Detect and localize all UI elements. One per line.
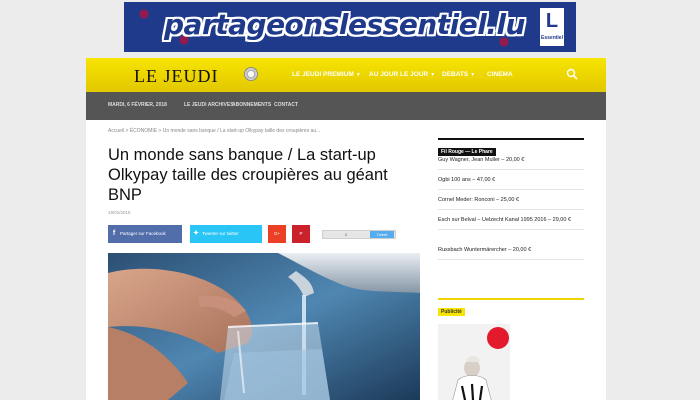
sidebar-ad-image[interactable]	[438, 324, 510, 400]
ad-section-header: Publicité	[438, 298, 584, 318]
tweet-count: 0	[345, 232, 348, 237]
share-twitter-button[interactable]: ✦ Tweeter sur twitter	[190, 225, 262, 243]
article-headline: Un monde sans banque / La start-up Olkyp…	[108, 146, 388, 204]
sidebar-product-item[interactable]: Guy Wagner, Jean Muller – 20,00 €	[438, 156, 584, 170]
sidebar-product-item[interactable]: Cornel Meder: Ronconi – 25,00 €	[438, 196, 584, 210]
chevron-down-icon: ▼	[355, 72, 361, 78]
site-logo[interactable]: LE JEUDI	[134, 66, 218, 87]
article-photo-water-glass	[108, 253, 420, 400]
twitter-icon: ✦	[193, 230, 199, 237]
breadcrumb[interactable]: Accueil > ÉCONOMIE > Un monde sans banqu…	[108, 128, 320, 134]
nav-item-premium[interactable]: LE JEUDI PREMIUM ▼	[292, 71, 361, 78]
page: partageonslessentiel.lu L Essentiel LE J…	[0, 0, 700, 400]
current-date: MARDI, 6 FÉVRIER, 2018	[108, 102, 167, 108]
tweet-button[interactable]: Tweet	[370, 231, 394, 238]
chevron-down-icon: ▼	[470, 72, 476, 78]
nav-item-label: LE JEUDI PREMIUM	[292, 71, 354, 78]
top-sub-bar: MARDI, 6 FÉVRIER, 2018 LE JEUDI ARCHIVES…	[86, 92, 606, 120]
nav-item-label: CINEMA	[487, 71, 513, 78]
sidebar-section-header: Fil Rouge — Le Phare	[438, 138, 584, 158]
sidebar-product-item[interactable]: Esch sur Belval – Uelzecht Kanal 1995 20…	[438, 216, 584, 230]
tweet-button-label: Tweet	[376, 232, 388, 237]
nav-item-au-jour-le-jour[interactable]: AU JOUR LE JOUR ▼	[369, 71, 435, 78]
nav-item-label: DEBATS	[442, 71, 469, 78]
google-plus-icon: G+	[273, 231, 281, 236]
top-banner-ad[interactable]: partageonslessentiel.lu L Essentiel	[124, 2, 576, 52]
sidebar-product-item[interactable]: Ogbi 100 ans – 47,00 €	[438, 176, 584, 190]
nav-item-debats[interactable]: DEBATS ▼	[442, 71, 475, 78]
banner-wordmark: partageonslessentiel.lu	[164, 8, 525, 41]
banner-badge-small: Essentiel	[541, 35, 563, 41]
banner-badge: L Essentiel	[538, 6, 566, 48]
article-date: 19/02/2018	[108, 210, 131, 215]
pinterest-icon: P	[299, 231, 303, 236]
search-icon[interactable]	[566, 68, 578, 80]
nav-item-label: AU JOUR LE JOUR	[369, 71, 429, 78]
chevron-down-icon: ▼	[430, 72, 436, 78]
share-pinterest-button[interactable]: P	[292, 225, 310, 243]
share-google-plus-button[interactable]: G+	[268, 225, 286, 243]
banner-badge-letter: L	[545, 10, 559, 32]
facebook-icon: f	[112, 230, 116, 237]
sidebar-section-title: Fil Rouge — Le Phare	[438, 148, 496, 156]
share-facebook-label: Partager sur Facebook	[120, 231, 166, 236]
ad-section-title: Publicité	[438, 308, 465, 316]
share-twitter-label: Tweeter sur twitter	[202, 231, 239, 236]
share-facebook-button[interactable]: f Partager sur Facebook	[108, 225, 182, 243]
sidebar-product-item[interactable]: Russbach Wuntermärercher – 20,00 €	[438, 246, 584, 260]
sub-link-archives[interactable]: LE JEUDI ARCHIVES	[184, 102, 234, 108]
sub-link-contact[interactable]: CONTACT	[274, 102, 298, 108]
logo-emblem-icon	[244, 67, 258, 81]
nav-item-cinema[interactable]: CINEMA	[487, 71, 513, 78]
main-content: Accueil > ÉCONOMIE > Un monde sans banqu…	[86, 120, 606, 400]
main-nav-bar: LE JEUDI LE JEUDI PREMIUM ▼ AU JOUR LE JO…	[86, 58, 606, 92]
tweet-widget: 0 Tweet	[322, 230, 396, 239]
sub-link-abonnements[interactable]: ABONNEMENTS	[232, 102, 271, 108]
